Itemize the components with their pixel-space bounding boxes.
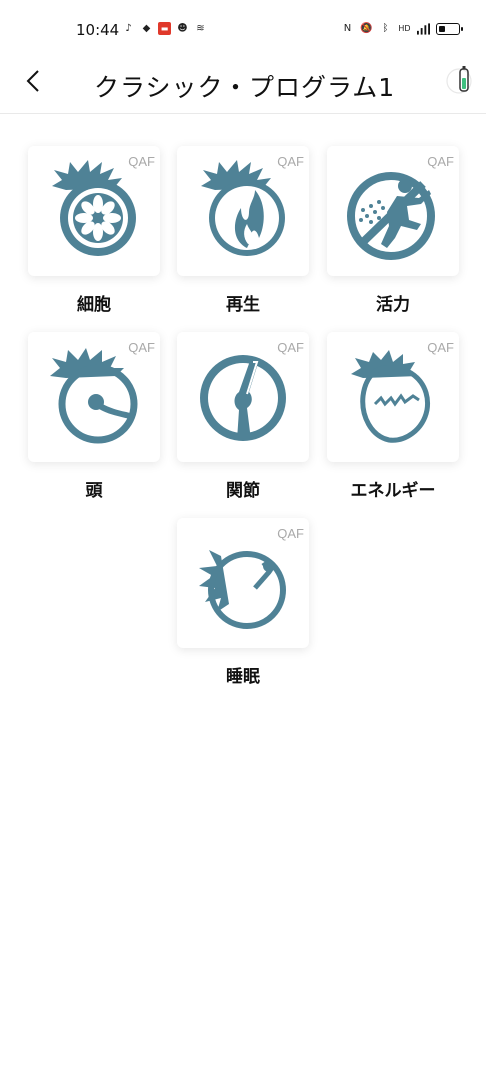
page-title: クラシック・プログラム1 [94,73,396,102]
tiktok-icon: ♪ [125,23,132,34]
head-icon [50,348,138,444]
program-label: 再生 [226,295,260,315]
energy-icon [351,350,431,443]
program-tile-vitality[interactable]: QAF 活力 [327,146,459,315]
program-tile-sleep[interactable]: QAF 睡眠 [177,518,309,687]
program-tile-head[interactable]: QAF 頭 [28,332,160,501]
hd-icon: HD [398,24,411,33]
program-tile-joint[interactable]: QAF 関節 [177,332,309,501]
program-card[interactable]: QAF [327,332,459,462]
sensor-icon: ≋ [196,23,205,34]
program-tile-regeneration[interactable]: QAF 再生 [177,146,309,315]
program-tile-energy[interactable]: QAF エネルギー [327,332,459,501]
runner-icon [347,172,435,260]
device-battery-icon[interactable] [445,64,473,96]
status-bar: 10:44 ♪ ◆ ▬ ☻ ≋ N 🔕 ᛒ HD [0,0,486,56]
program-card[interactable]: QAF [177,146,309,276]
program-card[interactable]: QAF [28,332,160,462]
notification-icons: ♪ ◆ ▬ ☻ ≋ [122,22,207,35]
program-card[interactable]: QAF [177,332,309,462]
red-app-icon: ▬ [158,22,171,35]
program-card[interactable]: QAF [177,518,309,648]
robot-icon: ☻ [177,23,188,34]
status-time: 10:44 [76,21,120,39]
cell-icon [52,160,136,256]
flame-icon [201,160,285,256]
chevron-left-icon [26,70,39,92]
program-label: 頭 [85,481,103,501]
program-label: 睡眠 [226,667,260,687]
signal-icon [417,22,430,35]
program-card[interactable]: QAF [28,146,160,276]
joint-icon [200,355,286,441]
battery-icon [436,22,463,35]
program-label: 活力 [376,295,410,315]
cube-icon: ◆ [142,23,151,34]
program-tile-cell[interactable]: QAF 細胞 [28,146,160,315]
program-label: 関節 [226,481,260,501]
program-card[interactable]: QAF [327,146,459,276]
bluetooth-icon: ᛒ [382,23,389,34]
back-button[interactable] [18,66,48,96]
nfc-icon: N [343,23,352,34]
app-header: クラシック・プログラム1 [0,56,486,114]
mute-icon: 🔕 [360,23,373,34]
sleep-icon [199,550,286,629]
program-label: 細胞 [77,295,111,315]
system-icons: N 🔕 ᛒ HD [341,22,463,35]
program-label: エネルギー [350,481,436,501]
